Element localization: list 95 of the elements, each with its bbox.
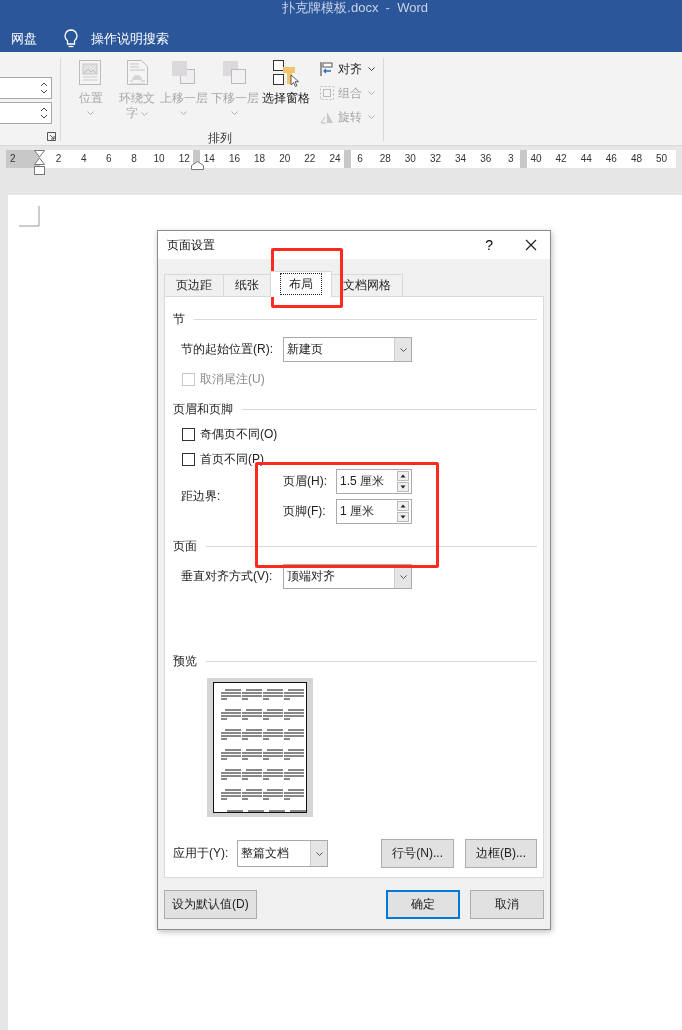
spin-arrows-icon [40, 81, 48, 95]
ruler-number: 16 [227, 152, 241, 166]
dialog-title: 页面设置 [167, 236, 216, 254]
ruler-number: 46 [604, 152, 618, 166]
section-heading: 页眉和页脚 [173, 400, 233, 418]
caret-icon [368, 91, 375, 95]
ok-button[interactable]: 确定 [386, 890, 460, 919]
picture-icon [77, 59, 104, 87]
up-arrow-icon[interactable] [397, 471, 409, 481]
section-heading: 页面 [173, 537, 197, 555]
up-arrow-icon[interactable] [397, 501, 409, 511]
caret-icon [368, 67, 375, 71]
section-heading: 预览 [173, 652, 197, 670]
ruler-number: 24 [328, 152, 342, 166]
dropdown[interactable]: 整篇文档 [237, 840, 328, 867]
cancel-button[interactable]: 取消 [470, 890, 544, 919]
spin-field[interactable]: 1.5 厘米 [336, 469, 412, 494]
section-heading: 节 [173, 310, 185, 328]
layers-icon [170, 59, 197, 87]
tab[interactable]: 文档网格 [331, 274, 403, 296]
help-button[interactable]: ? [481, 237, 497, 253]
dropdown[interactable]: 顶端对齐 [283, 564, 412, 589]
field-label: 页眉(H): [283, 473, 328, 490]
ruler-number: 34 [454, 152, 468, 166]
field-label: 垂直对齐方式(V): [181, 568, 274, 585]
ruler-number: 50 [655, 152, 669, 166]
ruler-number: 30 [403, 152, 417, 166]
ribbon-button[interactable]: 选择窗格 [260, 59, 311, 127]
spin-field[interactable] [0, 102, 52, 124]
ruler-number: 40 [529, 152, 543, 166]
tab-marker-icon[interactable] [191, 161, 204, 170]
ruler-number: 12 [177, 152, 191, 166]
dialog-launcher-icon[interactable] [47, 132, 56, 141]
ribbon-button[interactable]: 对齐 [319, 59, 375, 79]
caret-icon [231, 111, 238, 115]
align-icon [319, 61, 335, 77]
down-arrow-icon[interactable] [397, 512, 409, 522]
ruler-number: 32 [428, 152, 442, 166]
dialog-button[interactable]: 行号(N)... [381, 839, 454, 868]
caret-icon [315, 851, 323, 856]
ruler-number: 4 [79, 152, 88, 166]
ruler[interactable]: 2 2 4 6 8 10 12 14 16 18 20 22 24 6 28 30 32 34 36 3 40 42 44 46 48 50 [6, 150, 676, 168]
ruler-number: 8 [130, 152, 138, 166]
ruler-number: 18 [253, 152, 267, 166]
ruler-number: 6 [105, 152, 113, 166]
ruler-number: 3 [507, 152, 515, 166]
caret-icon [180, 111, 187, 115]
tab[interactable]: 布局 [270, 271, 332, 297]
window-title: 扑克牌模板.docx - Word [282, 0, 428, 17]
dialog-button[interactable]: 设为默认值(D) [164, 890, 257, 919]
dropdown[interactable]: 新建页 [283, 337, 412, 362]
caret-icon [141, 111, 148, 116]
field-label: 应用于(Y): [173, 845, 230, 862]
ruler-number: 42 [554, 152, 568, 166]
checkbox[interactable] [182, 427, 195, 441]
ruler-number: 2 [54, 152, 63, 166]
field-label: 页脚(F): [283, 503, 327, 520]
ruler-number: 28 [378, 152, 392, 166]
caret-icon [399, 347, 407, 352]
group-label: 排列 [207, 130, 233, 147]
ruler-number: 48 [629, 152, 643, 166]
indent-marker-icon[interactable] [33, 150, 46, 178]
ruler-number: 10 [152, 152, 166, 166]
checkbox-label: 奇偶页不同(O) [200, 425, 278, 443]
ruler-number: 36 [479, 152, 493, 166]
close-icon [525, 239, 537, 251]
caret-icon [87, 111, 94, 115]
corner-mark-icon [19, 206, 41, 228]
field-label: 节的起始位置(R): [181, 341, 274, 358]
ruler-number: 22 [303, 152, 317, 166]
search-box[interactable]: 操作说明搜索 [64, 28, 169, 49]
selection-pane-icon [272, 59, 299, 87]
spin-field[interactable] [0, 77, 52, 99]
tab[interactable]: 页边距 [164, 274, 224, 296]
spin-arrows-icon [40, 106, 48, 120]
down-arrow-icon[interactable] [397, 482, 409, 492]
layers-icon [221, 59, 248, 87]
group-icon [319, 85, 335, 101]
ruler-number: 14 [202, 152, 216, 166]
column-marker[interactable] [520, 150, 527, 168]
close-button[interactable] [523, 237, 539, 253]
ruler-number: 2 [9, 152, 17, 166]
caret-icon [368, 115, 375, 119]
checkbox[interactable] [182, 452, 195, 466]
column-marker[interactable] [344, 150, 351, 168]
caret-icon [399, 574, 407, 579]
ruler-number: 44 [579, 152, 593, 166]
menu-tab[interactable]: 网盘 [11, 29, 37, 48]
field-label: 距边界: [181, 488, 222, 505]
ruler-number: 6 [356, 152, 364, 166]
spin-field[interactable]: 1 厘米 [336, 499, 412, 524]
checkbox-label: 取消尾注(U) [200, 370, 265, 388]
ruler-number: 20 [278, 152, 292, 166]
lightbulb-icon [64, 28, 78, 49]
dialog-button[interactable]: 边框(B)... [465, 839, 537, 868]
